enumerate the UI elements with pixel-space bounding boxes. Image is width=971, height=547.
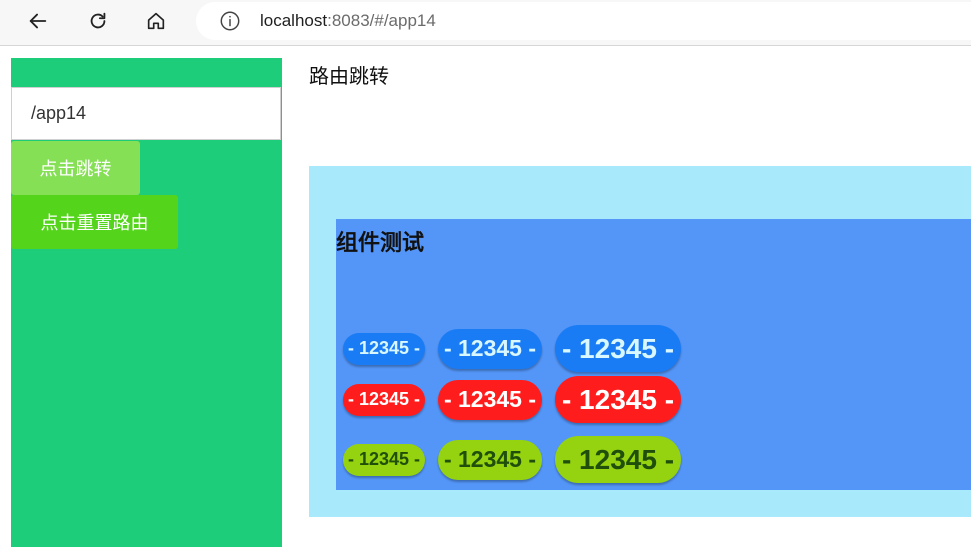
info-icon[interactable]	[218, 9, 242, 33]
badge-row-green: - 12345 - - 12345 - - 12345 -	[343, 436, 694, 483]
sidebar: 点击跳转 点击重置路由	[11, 58, 282, 547]
browser-toolbar: localhost:8083/#/app14	[0, 0, 971, 46]
route-input[interactable]	[11, 87, 281, 140]
badge-blue-large: - 12345 -	[555, 325, 681, 372]
badge-green-medium: - 12345 -	[438, 439, 542, 480]
reload-icon[interactable]	[82, 5, 114, 37]
badge-row-red: - 12345 - - 12345 - - 12345 -	[343, 376, 694, 423]
url-path: :8083/#/app14	[327, 11, 436, 30]
address-bar[interactable]: localhost:8083/#/app14	[196, 2, 971, 40]
badge-row-blue: - 12345 - - 12345 - - 12345 -	[343, 325, 694, 372]
badge-red-small: - 12345 -	[343, 383, 425, 416]
page-title: 路由跳转	[309, 64, 389, 88]
badge-green-large: - 12345 -	[555, 436, 681, 483]
component-panel: 组件测试 - 12345 - - 12345 - - 12345 - - 123…	[336, 219, 971, 490]
badge-red-medium: - 12345 -	[438, 379, 542, 420]
badge-blue-small: - 12345 -	[343, 332, 425, 365]
back-icon[interactable]	[22, 5, 54, 37]
badge-red-large: - 12345 -	[555, 376, 681, 423]
jump-button[interactable]: 点击跳转	[11, 141, 140, 195]
home-icon[interactable]	[140, 5, 172, 37]
badge-green-small: - 12345 -	[343, 443, 425, 476]
url-text[interactable]: localhost:8083/#/app14	[260, 11, 436, 31]
badge-blue-medium: - 12345 -	[438, 328, 542, 369]
component-title: 组件测试	[336, 231, 425, 256]
reset-route-button[interactable]: 点击重置路由	[11, 195, 178, 249]
outer-panel: 组件测试 - 12345 - - 12345 - - 12345 - - 123…	[309, 166, 971, 517]
url-host: localhost	[260, 11, 328, 30]
